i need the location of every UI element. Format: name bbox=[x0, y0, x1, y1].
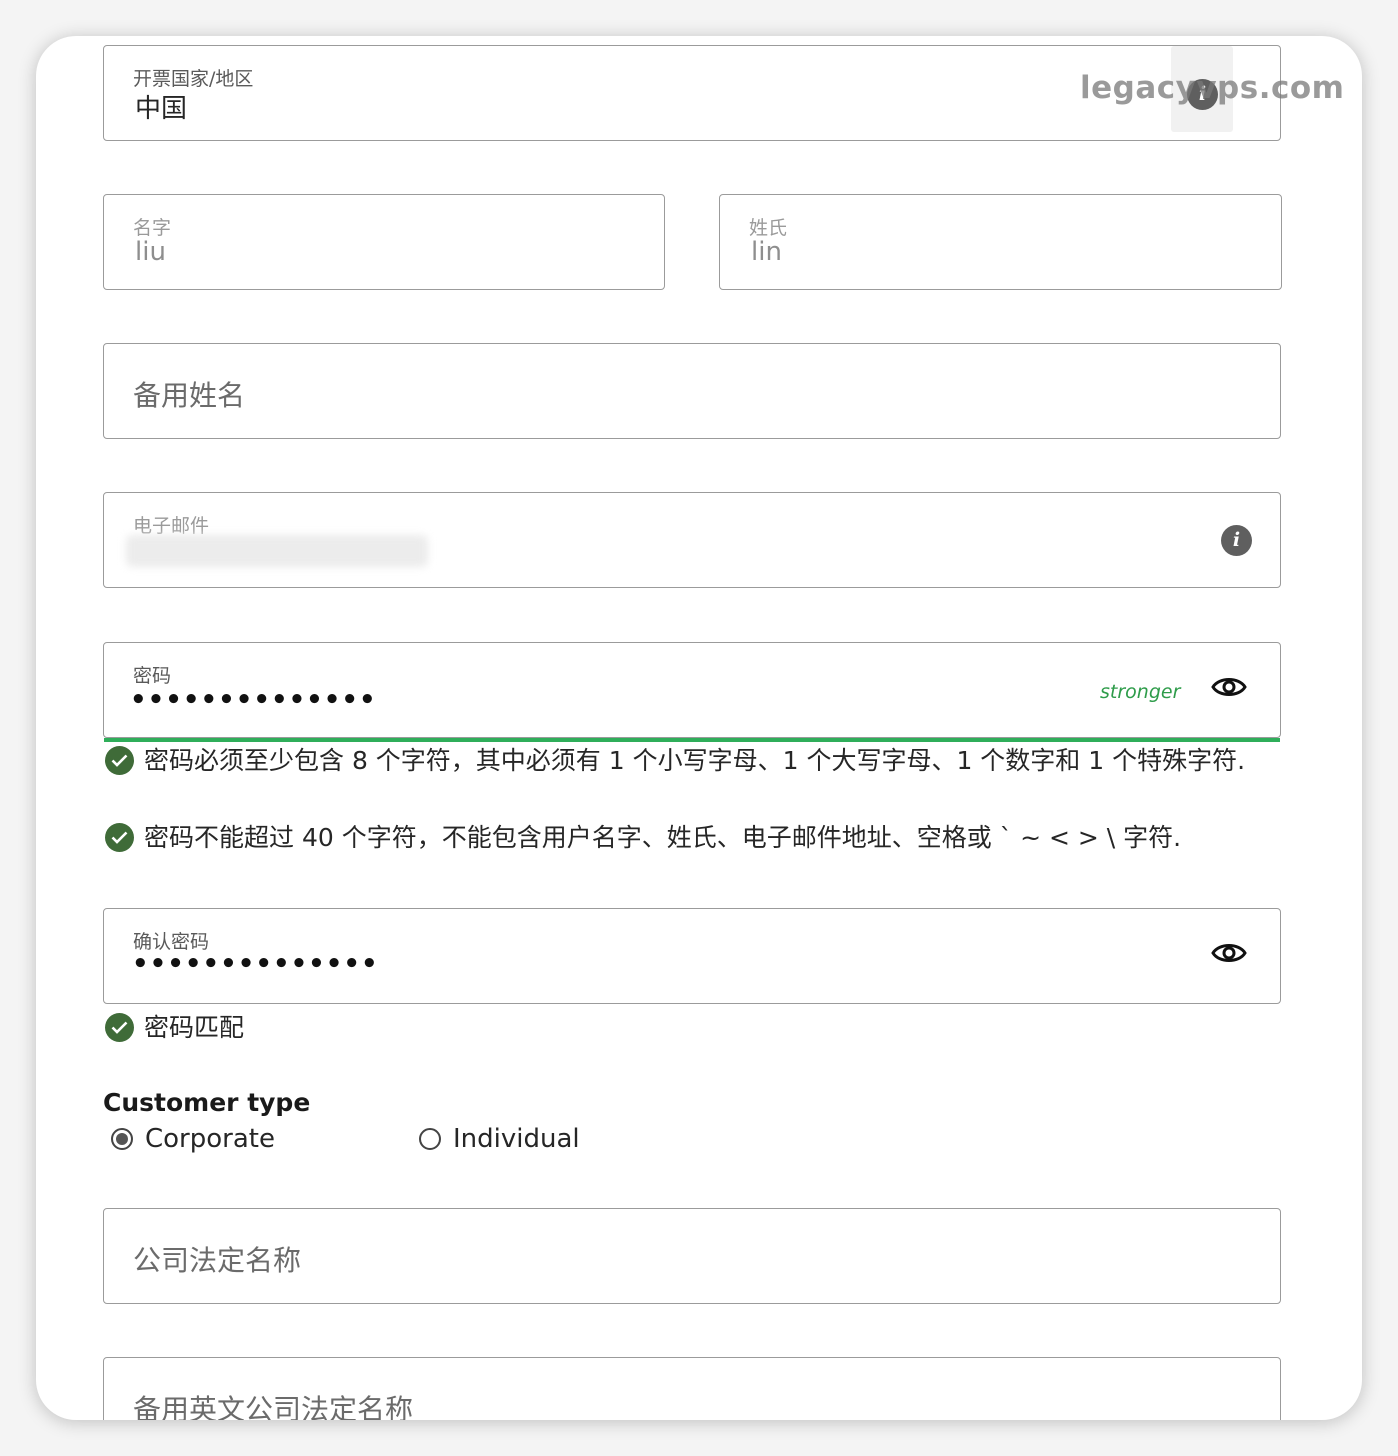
alt-english-company-name-field[interactable]: 备用英文公司法定名称 bbox=[103, 1357, 1281, 1420]
customer-type-title: Customer type bbox=[103, 1088, 311, 1117]
last-name-label: 姓氏 bbox=[749, 217, 788, 239]
radio-individual[interactable]: Individual bbox=[419, 1124, 580, 1154]
password-rule-1: 密码必须至少包含 8 个字符，其中必须有 1 个小写字母、1 个大写字母、1 个… bbox=[103, 741, 1283, 780]
confirm-password-field[interactable]: 确认密码 •••••••••••••• bbox=[103, 908, 1281, 1004]
password-rule-2-text: 密码不能超过 40 个字符，不能包含用户名字、姓氏、电子邮件地址、空格或 ` ~… bbox=[144, 823, 1182, 852]
alt-english-company-name-placeholder: 备用英文公司法定名称 bbox=[133, 1393, 414, 1420]
last-name-value: lin bbox=[751, 237, 782, 267]
form-card: 开票国家/地区 中国 i legacyvps.com 名字 liu 姓氏 lin… bbox=[36, 36, 1362, 1420]
check-circle-icon bbox=[105, 823, 134, 852]
show-confirm-password-eye-icon[interactable] bbox=[1211, 940, 1247, 966]
radio-button[interactable] bbox=[419, 1128, 441, 1150]
last-name-field[interactable]: 姓氏 lin bbox=[719, 194, 1282, 290]
password-match-text: 密码匹配 bbox=[144, 1013, 245, 1042]
alternate-name-field[interactable]: 备用姓名 bbox=[103, 343, 1281, 439]
password-match-row: 密码匹配 bbox=[103, 1008, 1283, 1047]
company-legal-name-placeholder: 公司法定名称 bbox=[133, 1244, 302, 1277]
show-password-eye-icon[interactable] bbox=[1211, 674, 1247, 700]
first-name-field[interactable]: 名字 liu bbox=[103, 194, 665, 290]
radio-button-selected[interactable] bbox=[111, 1128, 133, 1150]
password-value: •••••••••••••• bbox=[130, 685, 377, 715]
password-label: 密码 bbox=[133, 665, 172, 687]
password-rule-2: 密码不能超过 40 个字符，不能包含用户名字、姓氏、电子邮件地址、空格或 ` ~… bbox=[103, 818, 1283, 857]
first-name-label: 名字 bbox=[133, 217, 172, 239]
confirm-password-value: •••••••••••••• bbox=[132, 949, 379, 979]
password-field[interactable]: 密码 •••••••••••••• stronger bbox=[103, 642, 1281, 742]
info-icon[interactable]: i bbox=[1221, 525, 1252, 556]
email-field[interactable]: 电子邮件 i bbox=[103, 492, 1281, 588]
radio-corporate-label: Corporate bbox=[145, 1124, 275, 1154]
radio-corporate[interactable]: Corporate bbox=[111, 1124, 275, 1154]
check-circle-icon bbox=[105, 746, 134, 775]
password-strength: stronger bbox=[1100, 681, 1181, 703]
check-circle-icon bbox=[105, 1013, 134, 1042]
company-legal-name-field[interactable]: 公司法定名称 bbox=[103, 1208, 1281, 1304]
first-name-value: liu bbox=[135, 237, 166, 267]
watermark-text: legacyvps.com bbox=[1080, 70, 1345, 106]
alternate-name-placeholder: 备用姓名 bbox=[133, 379, 246, 412]
password-rule-1-text: 密码必须至少包含 8 个字符，其中必须有 1 个小写字母、1 个大写字母、1 个… bbox=[144, 746, 1246, 775]
radio-individual-label: Individual bbox=[453, 1124, 580, 1154]
billing-country-label: 开票国家/地区 bbox=[133, 68, 254, 90]
email-label: 电子邮件 bbox=[133, 515, 210, 537]
email-value-redacted bbox=[126, 535, 428, 567]
billing-country-value: 中国 bbox=[135, 94, 188, 124]
